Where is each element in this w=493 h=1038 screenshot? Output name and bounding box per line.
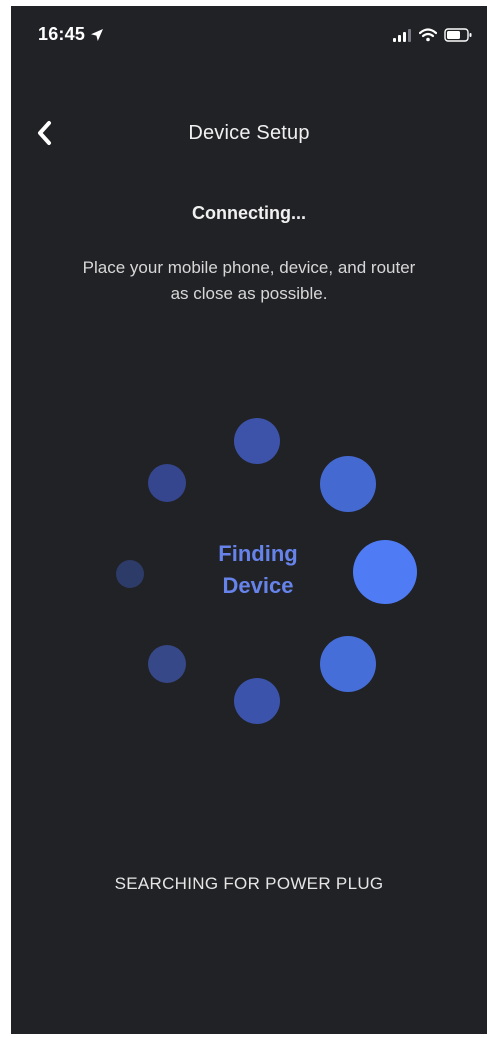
searching-status: SEARCHING FOR POWER PLUG bbox=[114, 874, 384, 893]
spinner-dot-right bbox=[353, 540, 417, 604]
status-bar: 16:45 bbox=[11, 6, 487, 64]
battery-icon bbox=[444, 28, 472, 42]
finding-device-line-1: Finding bbox=[218, 541, 298, 566]
spinner-dot-top-left bbox=[148, 464, 186, 502]
navigation-bar: Device Setup bbox=[11, 110, 487, 156]
location-arrow-icon bbox=[91, 28, 104, 41]
instruction-line-1: Place your mobile phone, device, and rou… bbox=[82, 258, 416, 277]
spinner-dot-bottom-right bbox=[320, 636, 376, 692]
spinner-dot-top bbox=[234, 418, 280, 464]
spinner-dot-bottom-left bbox=[148, 645, 186, 683]
finding-device-line-2: Device bbox=[222, 573, 294, 598]
spinner-dot-top-right bbox=[320, 456, 376, 512]
status-time: 16:45 bbox=[38, 24, 86, 44]
finding-device-spinner: Finding Device bbox=[11, 396, 487, 736]
spinner-dot-left bbox=[116, 560, 144, 588]
status-time-group: 16:45 bbox=[38, 24, 104, 45]
connecting-heading: Connecting... bbox=[192, 203, 306, 223]
signal-icon bbox=[393, 28, 411, 42]
placement-instruction: Place your mobile phone, device, and rou… bbox=[47, 255, 451, 307]
status-icons bbox=[393, 28, 472, 42]
page-title: Device Setup bbox=[188, 122, 310, 144]
wifi-icon bbox=[419, 28, 437, 42]
device-setup-screen: 16:45 Device Setup Connecting... Place y… bbox=[11, 6, 487, 1034]
instruction-line-2: as close as possible. bbox=[170, 284, 328, 303]
spinner-dot-bottom bbox=[234, 678, 280, 724]
finding-device-label: Finding Device bbox=[181, 538, 335, 602]
